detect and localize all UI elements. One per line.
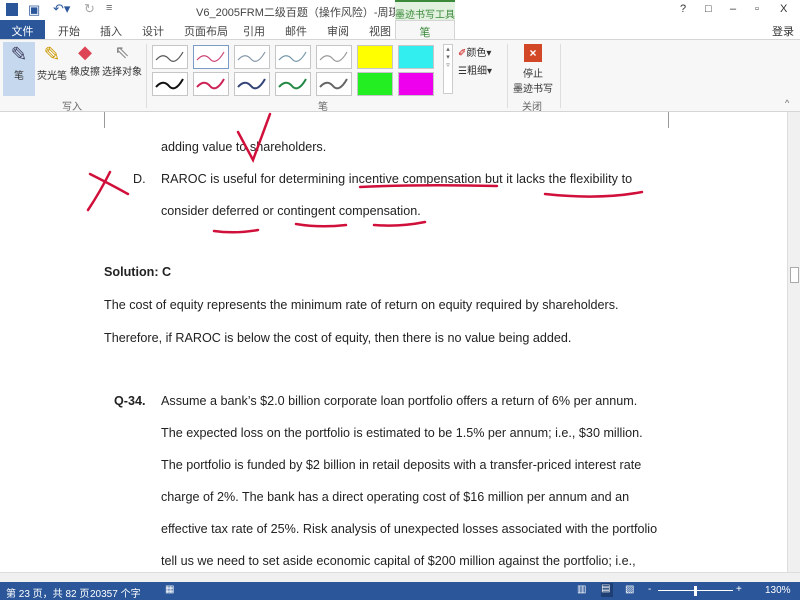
select-objects-label: 选择对象 xyxy=(102,67,142,78)
thickness-button[interactable]: ☰粗细▾ xyxy=(458,62,492,77)
underline-ink xyxy=(543,190,644,198)
vertical-scrollbar[interactable] xyxy=(787,112,800,572)
sign-in-link[interactable]: 登录 xyxy=(772,23,794,39)
horizontal-scrollbar[interactable] xyxy=(0,572,800,582)
pen-style-option[interactable] xyxy=(234,45,270,69)
ribbon: ✎ 笔 ✎ 荧光笔 ◆ 橡皮擦 ⇖ 选择对象 写入 ▴ ▾ ▿ ✐颜色▾ ☰粗细▾ … xyxy=(0,39,800,113)
ribbon-display-button[interactable]: □ xyxy=(705,3,712,15)
word-logo-icon xyxy=(6,3,18,16)
tab-pens[interactable]: 笔 xyxy=(395,20,455,40)
pen-style-option[interactable] xyxy=(193,72,229,96)
web-layout-icon[interactable]: ▧ xyxy=(625,584,634,595)
stop-icon: × xyxy=(524,44,542,62)
pen-style-option[interactable] xyxy=(398,72,434,96)
collapse-ribbon-icon[interactable]: ^ xyxy=(785,98,789,108)
pen-style-option[interactable] xyxy=(275,72,311,96)
ink-tools-context-label: 墨迹书写工具 xyxy=(395,0,455,21)
scroll-thumb[interactable] xyxy=(790,267,799,283)
pen-color-button[interactable]: ✐颜色▾ xyxy=(458,44,491,59)
status-bar: 第 23 页，共 82 页 20357 个字 ▦ ▥ ▤ ▧ - + 130% xyxy=(0,582,800,600)
highlighter-icon: ✎ xyxy=(43,44,61,66)
tab-view[interactable]: 视图 xyxy=(369,23,391,39)
stop-label-2: 墨迹书写 xyxy=(513,84,553,95)
pen-tool-button[interactable]: ✎ 笔 xyxy=(3,42,35,96)
underline-ink xyxy=(372,220,427,227)
stop-inking-button[interactable]: × 停止 墨迹书写 xyxy=(510,44,556,95)
pen-style-option[interactable] xyxy=(275,45,311,69)
page-count[interactable]: 第 23 页，共 82 页 xyxy=(6,585,89,600)
color-label: 颜色 xyxy=(466,48,487,59)
zoom-in-button[interactable]: + xyxy=(736,584,742,595)
tab-file[interactable]: 文件 xyxy=(0,20,45,39)
tab-references[interactable]: 引用 xyxy=(243,23,265,39)
title-bar: ▣ ↶▾ ↻ ≡ V6_2005FRM二级百题（操作风险）-周琪 - Word … xyxy=(0,0,800,21)
read-mode-icon[interactable]: ▥ xyxy=(577,584,586,595)
close-group-label: 关闭 xyxy=(522,102,542,113)
zoom-out-button[interactable]: - xyxy=(648,584,651,595)
pen-style-option[interactable] xyxy=(398,45,434,69)
print-layout-icon[interactable]: ▤ xyxy=(601,583,613,597)
tab-home[interactable]: 开始 xyxy=(58,23,80,39)
pen-style-option[interactable] xyxy=(193,45,229,69)
eraser-icon: ◆ xyxy=(78,42,92,62)
document-area[interactable]: adding value to shareholders. D. RAROC i… xyxy=(0,112,787,572)
highlighter-tool-button[interactable]: ✎ 荧光笔 xyxy=(36,42,68,82)
stop-label-1: 停止 xyxy=(523,69,543,80)
minimize-button[interactable]: – xyxy=(730,3,736,15)
write-group-label: 写入 xyxy=(62,102,82,113)
ink-annotations xyxy=(86,112,644,234)
select-objects-button[interactable]: ⇖ 选择对象 xyxy=(102,42,142,78)
highlighter-label: 荧光笔 xyxy=(37,71,67,82)
help-button[interactable]: ? xyxy=(680,3,686,15)
ribbon-tabs: 文件 开始 插入 设计 页面布局 引用 邮件 审阅 视图 笔 登录 xyxy=(0,20,800,40)
undo-icon[interactable]: ↶▾ xyxy=(53,1,70,17)
pointer-icon: ⇖ xyxy=(114,42,130,62)
pen-style-option[interactable] xyxy=(234,72,270,96)
tab-design[interactable]: 设计 xyxy=(142,23,164,39)
pen-style-option[interactable] xyxy=(316,72,352,96)
tab-review[interactable]: 审阅 xyxy=(327,23,349,39)
pen-style-option[interactable] xyxy=(357,72,393,96)
thickness-label: 粗细 xyxy=(466,66,487,77)
zoom-level[interactable]: 130% xyxy=(765,585,791,596)
tab-mailings[interactable]: 邮件 xyxy=(285,23,307,39)
pens-group-label: 笔 xyxy=(318,102,328,113)
pen-style-option[interactable] xyxy=(316,45,352,69)
pen-style-option[interactable] xyxy=(152,72,188,96)
save-icon[interactable]: ▣ xyxy=(28,2,40,18)
thickness-icon: ☰ xyxy=(458,66,467,77)
underline-ink xyxy=(212,228,260,234)
pen-style-option[interactable] xyxy=(152,45,188,69)
tab-page-layout[interactable]: 页面布局 xyxy=(184,23,228,39)
pen-style-option[interactable] xyxy=(357,45,393,69)
check-mark-ink xyxy=(236,112,272,164)
word-count[interactable]: 20357 个字 xyxy=(90,585,141,600)
x-mark-ink xyxy=(88,172,130,196)
customize-qat-icon[interactable]: ≡ xyxy=(106,2,112,14)
redo-icon[interactable]: ↻ xyxy=(84,1,95,17)
eraser-tool-button[interactable]: ◆ 橡皮擦 xyxy=(68,42,102,78)
eraser-label: 橡皮擦 xyxy=(70,67,100,78)
proofing-icon[interactable]: ▦ xyxy=(165,584,174,595)
pen-tool-label: 笔 xyxy=(14,71,24,82)
restore-button[interactable]: ▫ xyxy=(755,3,759,15)
underline-ink xyxy=(358,183,499,189)
close-button[interactable]: X xyxy=(780,3,787,15)
underline-ink xyxy=(294,222,348,228)
tab-insert[interactable]: 插入 xyxy=(100,23,122,39)
gallery-scroll[interactable]: ▴ ▾ ▿ xyxy=(443,44,453,94)
zoom-slider-thumb[interactable] xyxy=(694,586,697,596)
